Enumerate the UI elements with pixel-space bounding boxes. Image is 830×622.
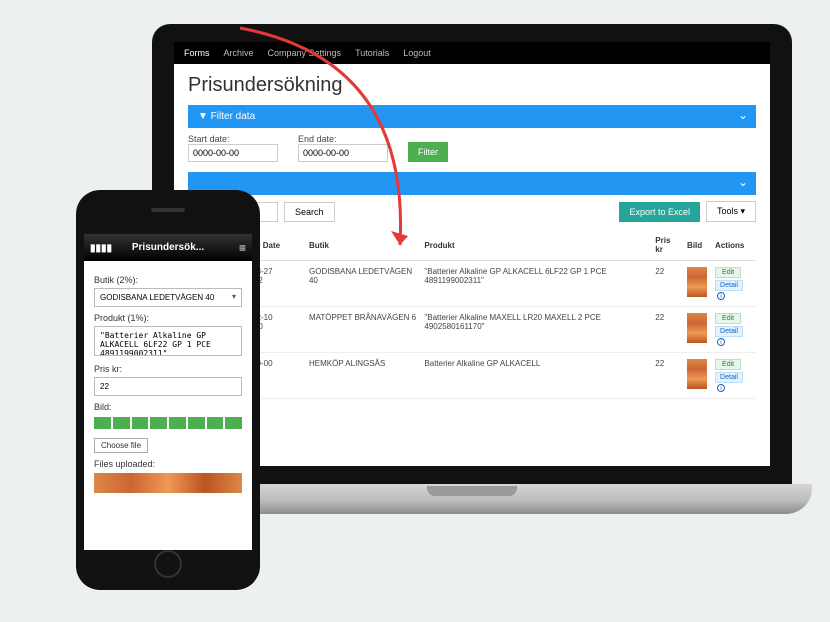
cell-actions: Edit Detaili xyxy=(711,261,756,307)
nav-archive[interactable]: Archive xyxy=(224,48,254,58)
info-icon[interactable]: i xyxy=(717,292,725,300)
uploaded-thumbnail[interactable] xyxy=(94,473,242,493)
page-content: Prisundersökning ▼ Filter data Start dat… xyxy=(174,64,770,409)
cell-pris: 22 xyxy=(651,307,683,353)
cell-butik: HEMKÖP ALINGSÅS xyxy=(305,353,420,399)
cell-actions: Edit Detaili xyxy=(711,353,756,399)
results-table: ile Answer Date Butik Produkt Pris kr Bi… xyxy=(188,230,756,399)
col-butik[interactable]: Butik xyxy=(305,230,420,261)
table-row: 2015-00-00 HEMKÖP ALINGSÅS Batterier Alk… xyxy=(188,353,756,399)
filter-row: Start date: End date: Filter xyxy=(188,134,756,162)
edit-button[interactable]: Edit xyxy=(715,359,741,370)
choose-file-button[interactable]: Choose file xyxy=(94,438,148,453)
signal-bars-icon: ▮▮▮▮ xyxy=(90,243,112,254)
detail-button[interactable]: Detail xyxy=(715,372,743,383)
cell-bild xyxy=(683,307,711,353)
end-date-label: End date: xyxy=(298,134,388,144)
top-nav: Forms Archive Company Settings Tutorials… xyxy=(174,42,770,64)
produkt-label: Produkt (1%): xyxy=(94,313,242,323)
phone-screen: ▮▮▮▮ Prisundersök... ≡ Butik (2%): Produ… xyxy=(84,234,252,550)
col-produkt[interactable]: Produkt xyxy=(420,230,651,261)
nav-tutorials[interactable]: Tutorials xyxy=(355,48,389,58)
upload-progress xyxy=(94,417,242,429)
pris-label: Pris kr: xyxy=(94,364,242,374)
laptop-screen: Forms Archive Company Settings Tutorials… xyxy=(174,42,770,466)
thumbnail-icon[interactable] xyxy=(687,359,707,389)
thumbnail-icon[interactable] xyxy=(687,313,707,343)
detail-button[interactable]: Detail xyxy=(715,280,743,291)
table-row: eb admin 2017-08-27 15:50:32 GODISBANA L… xyxy=(188,261,756,307)
detail-button[interactable]: Detail xyxy=(715,326,743,337)
phone-title: Prisundersök... xyxy=(132,242,204,253)
pris-input[interactable] xyxy=(94,377,242,396)
cell-butik: MATÖPPET BRÅNAVÄGEN 6 xyxy=(305,307,420,353)
end-date-input[interactable] xyxy=(298,144,388,162)
butik-label: Butik (2%): xyxy=(94,275,242,285)
cell-pris: 22 xyxy=(651,353,683,399)
filter-data-bar[interactable]: ▼ Filter data xyxy=(188,105,756,128)
info-icon[interactable]: i xyxy=(717,384,725,392)
cell-actions: Edit Detaili xyxy=(711,307,756,353)
search-button[interactable]: Search xyxy=(284,202,335,222)
cell-produkt: "Batterier Alkaline MAXELL LR20 MAXELL 2… xyxy=(420,307,651,353)
cell-produkt: Batterier Alkaline GP ALKACELL xyxy=(420,353,651,399)
cell-bild xyxy=(683,261,711,307)
phone-frame: ▮▮▮▮ Prisundersök... ≡ Butik (2%): Produ… xyxy=(76,190,260,590)
table-row: obile 2016-02-10 18:53:20 MATÖPPET BRÅNA… xyxy=(188,307,756,353)
results-bar[interactable] xyxy=(188,172,756,195)
butik-select[interactable] xyxy=(94,288,242,307)
nav-forms[interactable]: Forms xyxy=(184,48,210,58)
start-date-input[interactable] xyxy=(188,144,278,162)
bild-label: Bild: xyxy=(94,402,242,412)
tools-button[interactable]: Tools ▾ xyxy=(706,201,756,222)
end-date-field: End date: xyxy=(298,134,388,162)
nav-company-settings[interactable]: Company Settings xyxy=(268,48,342,58)
cell-bild xyxy=(683,353,711,399)
thumbnail-icon[interactable] xyxy=(687,267,707,297)
edit-button[interactable]: Edit xyxy=(715,313,741,324)
col-bild[interactable]: Bild xyxy=(683,230,711,261)
phone-header: ▮▮▮▮ Prisundersök... ≡ xyxy=(84,234,252,261)
info-icon[interactable]: i xyxy=(717,338,725,346)
export-excel-button[interactable]: Export to Excel xyxy=(619,202,700,222)
cell-produkt: "Batterier Alkaline GP ALKACELL 6LF22 GP… xyxy=(420,261,651,307)
phone-form: Butik (2%): Produkt (1%): Pris kr: Bild:… xyxy=(84,261,252,501)
menu-icon[interactable]: ≡ xyxy=(239,243,246,253)
table-toolbar: Search Export to Excel Tools ▾ xyxy=(188,201,756,222)
col-actions[interactable]: Actions xyxy=(711,230,756,261)
edit-button[interactable]: Edit xyxy=(715,267,741,278)
filter-button[interactable]: Filter xyxy=(408,142,448,162)
col-pris[interactable]: Pris kr xyxy=(651,230,683,261)
nav-logout[interactable]: Logout xyxy=(403,48,431,58)
start-date-field: Start date: xyxy=(188,134,278,162)
start-date-label: Start date: xyxy=(188,134,278,144)
cell-butik: GODISBANA LEDETVÄGEN 40 xyxy=(305,261,420,307)
page-title: Prisundersökning xyxy=(188,74,756,97)
files-uploaded-label: Files uploaded: xyxy=(94,459,242,469)
cell-pris: 22 xyxy=(651,261,683,307)
produkt-input[interactable] xyxy=(94,326,242,356)
